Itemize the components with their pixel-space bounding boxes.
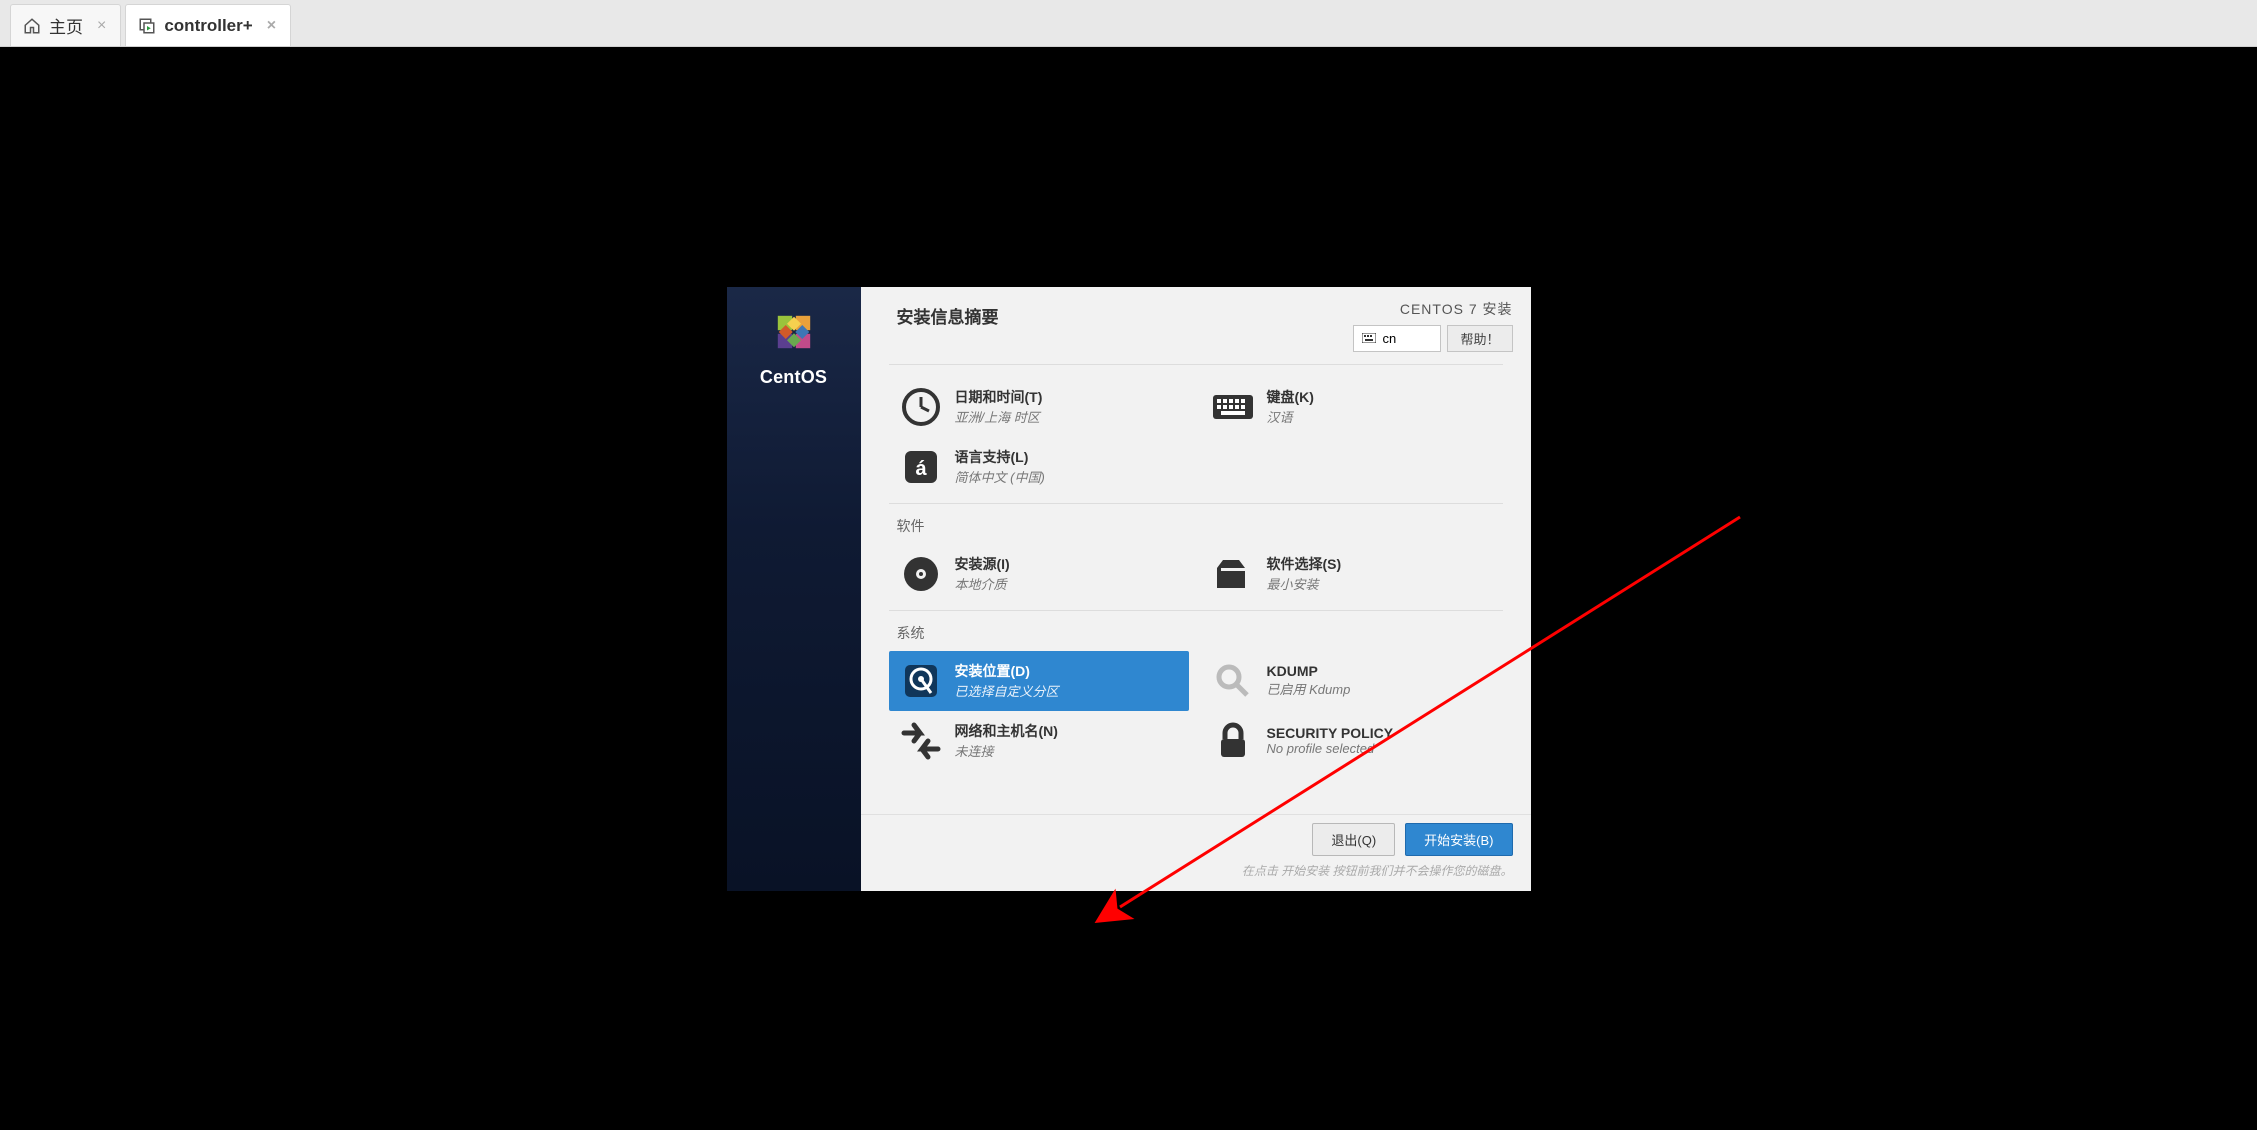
installer-header: 安装信息摘要 CENTOS 7 安装 cn 帮助！	[861, 287, 1531, 360]
spoke-status: 未连接	[955, 741, 1058, 760]
category-label: 系统	[897, 619, 1503, 647]
tab-bar: 主页 × controller+ ×	[0, 0, 2257, 47]
keyboard-layout-indicator[interactable]: cn	[1353, 325, 1441, 352]
product-label: CENTOS 7 安装	[1353, 299, 1512, 319]
tab-home[interactable]: 主页 ×	[10, 4, 121, 46]
installer-footer: 退出(Q) 开始安装(B) 在点击 开始安装 按钮前我们并不会操作您的磁盘。	[861, 814, 1531, 891]
spoke-security-policy[interactable]: SECURITY POLICY No profile selected	[1201, 711, 1501, 771]
tab-home-label: 主页	[49, 13, 83, 38]
category-label: 软件	[897, 512, 1503, 540]
clock-icon	[899, 385, 943, 429]
spoke-status: 简体中文 (中国)	[955, 467, 1045, 486]
spoke-status: 最小安装	[1267, 574, 1342, 593]
spoke-install-destination[interactable]: 安装位置(D) 已选择自定义分区	[889, 651, 1189, 711]
category-localization: 日期和时间(T) 亚洲/上海 时区 键盘(K) 汉语	[889, 364, 1503, 497]
language-icon: á	[899, 445, 943, 489]
spoke-status: 已启用 Kdump	[1267, 679, 1351, 698]
footer-hint: 在点击 开始安装 按钮前我们并不会操作您的磁盘。	[879, 862, 1513, 879]
disc-icon	[899, 552, 943, 596]
spoke-title: KDUMP	[1267, 663, 1351, 679]
harddisk-icon	[899, 659, 943, 703]
spoke-title: 安装位置(D)	[955, 661, 1059, 681]
spoke-title: 网络和主机名(N)	[955, 721, 1058, 741]
spoke-list: 日期和时间(T) 亚洲/上海 时区 键盘(K) 汉语	[861, 360, 1531, 814]
spoke-status: No profile selected	[1267, 741, 1394, 756]
spoke-title: SECURITY POLICY	[1267, 725, 1394, 741]
begin-install-button[interactable]: 开始安装(B)	[1405, 823, 1512, 856]
spoke-network[interactable]: 网络和主机名(N) 未连接	[889, 711, 1189, 771]
spoke-status: 本地介质	[955, 574, 1010, 593]
help-button[interactable]: 帮助！	[1447, 325, 1512, 352]
tab-controller[interactable]: controller+ ×	[125, 4, 291, 46]
installer-main: 安装信息摘要 CENTOS 7 安装 cn 帮助！	[861, 287, 1531, 891]
search-icon	[1211, 659, 1255, 703]
quit-button[interactable]: 退出(Q)	[1312, 823, 1395, 856]
spoke-title: 日期和时间(T)	[955, 387, 1043, 407]
spoke-keyboard[interactable]: 键盘(K) 汉语	[1201, 377, 1501, 437]
spoke-title: 软件选择(S)	[1267, 554, 1342, 574]
spoke-install-source[interactable]: 安装源(I) 本地介质	[889, 544, 1189, 604]
vm-console: CentOS 安装信息摘要 CENTOS 7 安装 cn 帮助！	[0, 47, 2257, 1130]
spoke-title: 语言支持(L)	[955, 447, 1045, 467]
spoke-status: 汉语	[1267, 407, 1314, 426]
spoke-software-selection[interactable]: 软件选择(S) 最小安装	[1201, 544, 1501, 604]
page-title: 安装信息摘要	[897, 299, 999, 328]
keyboard-icon	[1211, 385, 1255, 429]
home-icon	[23, 17, 41, 35]
spoke-title: 安装源(I)	[955, 554, 1010, 574]
spoke-status: 已选择自定义分区	[955, 681, 1059, 700]
spoke-kdump[interactable]: KDUMP 已启用 Kdump	[1201, 651, 1501, 711]
close-icon[interactable]: ×	[267, 17, 276, 35]
tab-controller-label: controller+	[164, 16, 252, 36]
installer-window: CentOS 安装信息摘要 CENTOS 7 安装 cn 帮助！	[727, 287, 1531, 891]
package-icon	[1211, 552, 1255, 596]
installer-sidebar: CentOS	[727, 287, 861, 891]
keyboard-small-icon	[1362, 333, 1376, 343]
spoke-datetime[interactable]: 日期和时间(T) 亚洲/上海 时区	[889, 377, 1189, 437]
network-icon	[899, 719, 943, 763]
spoke-title: 键盘(K)	[1267, 387, 1314, 407]
spoke-status: 亚洲/上海 时区	[955, 407, 1043, 426]
close-icon[interactable]: ×	[97, 17, 106, 35]
brand-label: CentOS	[760, 367, 827, 388]
centos-logo-icon	[767, 305, 821, 359]
lang-code: cn	[1382, 331, 1396, 346]
spoke-language[interactable]: á 语言支持(L) 简体中文 (中国)	[889, 437, 1189, 497]
lock-icon	[1211, 719, 1255, 763]
category-system: 系统 安装位置(D) 已选择自定义分区	[889, 610, 1503, 771]
category-software: 软件 安装源(I) 本地介质	[889, 503, 1503, 604]
svg-text:á: á	[915, 458, 927, 480]
vm-icon	[138, 17, 156, 35]
